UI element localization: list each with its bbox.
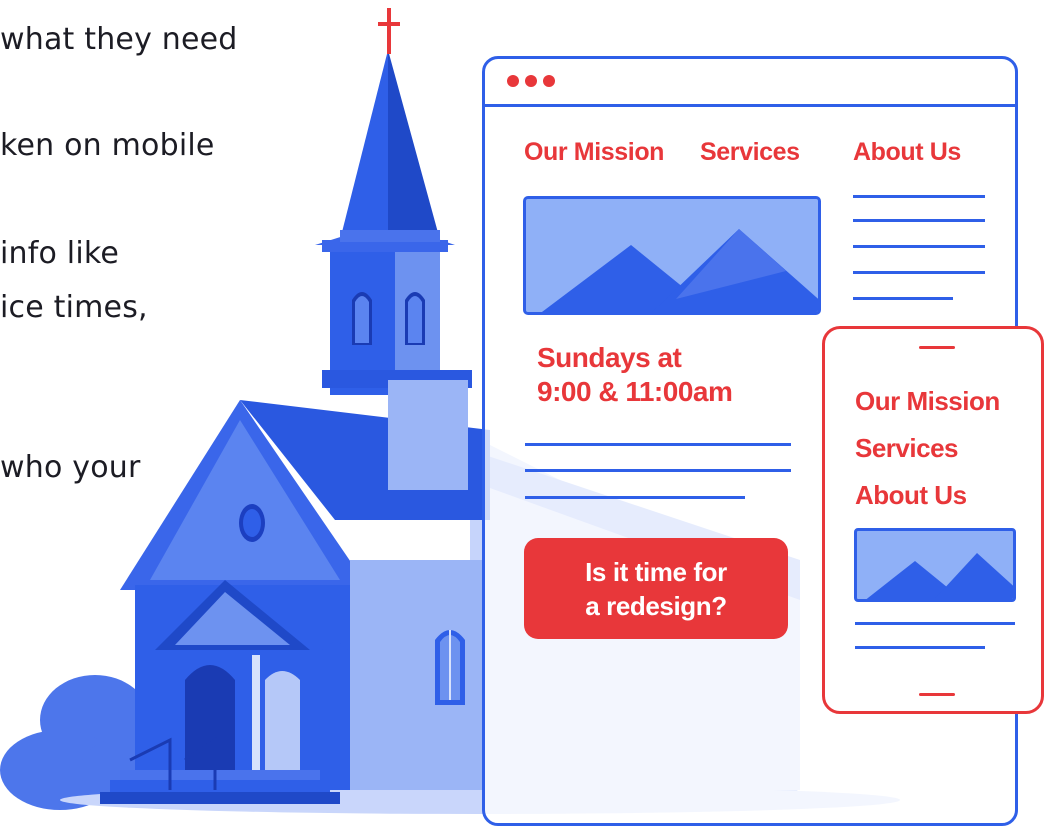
sidebar-text-line bbox=[853, 219, 985, 222]
window-dot-icon bbox=[543, 75, 555, 87]
mobile-text-line bbox=[855, 646, 985, 649]
browser-titlebar bbox=[485, 59, 1015, 107]
nav-link-about-us[interactable]: About Us bbox=[853, 138, 961, 167]
mobile-nav-our-mission[interactable]: Our Mission bbox=[855, 386, 1000, 417]
nav-link-services[interactable]: Services bbox=[700, 138, 800, 167]
schedule-line-2: 9:00 & 11:00am bbox=[537, 376, 733, 407]
mobile-hero-image bbox=[854, 528, 1016, 602]
sidebar-text-line bbox=[853, 271, 985, 274]
mobile-text-line bbox=[855, 622, 1015, 625]
hero-image bbox=[523, 196, 821, 315]
sidebar-text-line bbox=[853, 297, 953, 300]
service-schedule: Sundays at 9:00 & 11:00am bbox=[537, 341, 733, 409]
schedule-line-1: Sundays at bbox=[537, 342, 682, 373]
mobile-nav-services[interactable]: Services bbox=[855, 433, 958, 464]
window-dots-icon bbox=[507, 75, 519, 87]
cross-icon bbox=[378, 8, 400, 54]
sidebar-text-line bbox=[853, 245, 985, 248]
mobile-nav-about-us[interactable]: About Us bbox=[855, 480, 967, 511]
window-dot-icon bbox=[525, 75, 537, 87]
mountain-image-icon bbox=[866, 553, 1013, 599]
mobile-phone-mockup: Our Mission Services About Us bbox=[822, 326, 1044, 714]
cta-line-2: a redesign? bbox=[585, 590, 727, 621]
mountain-image-icon bbox=[541, 229, 818, 312]
body-text-line bbox=[525, 469, 791, 472]
body-text-line bbox=[525, 496, 745, 499]
nav-link-our-mission[interactable]: Our Mission bbox=[524, 138, 664, 167]
cta-line-1: Is it time for bbox=[585, 556, 727, 587]
body-text-line bbox=[525, 443, 791, 446]
phone-speaker-bar bbox=[919, 346, 955, 349]
sidebar-text-line bbox=[853, 195, 985, 198]
redesign-cta-button[interactable]: Is it time for a redesign? bbox=[524, 538, 788, 639]
phone-home-bar bbox=[919, 693, 955, 696]
